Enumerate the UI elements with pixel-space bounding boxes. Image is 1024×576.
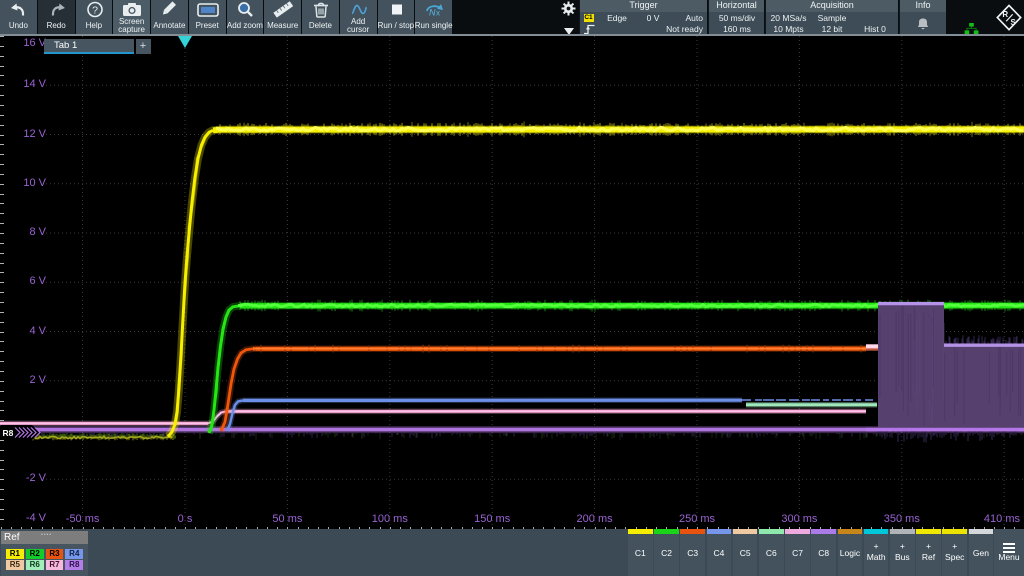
svg-text:N: N	[429, 8, 436, 18]
svg-text:?: ?	[92, 4, 98, 16]
svg-text:S: S	[1011, 18, 1016, 27]
svg-text:R8: R8	[3, 428, 14, 438]
svg-text:R: R	[1002, 10, 1008, 19]
svg-text:x: x	[436, 9, 440, 18]
